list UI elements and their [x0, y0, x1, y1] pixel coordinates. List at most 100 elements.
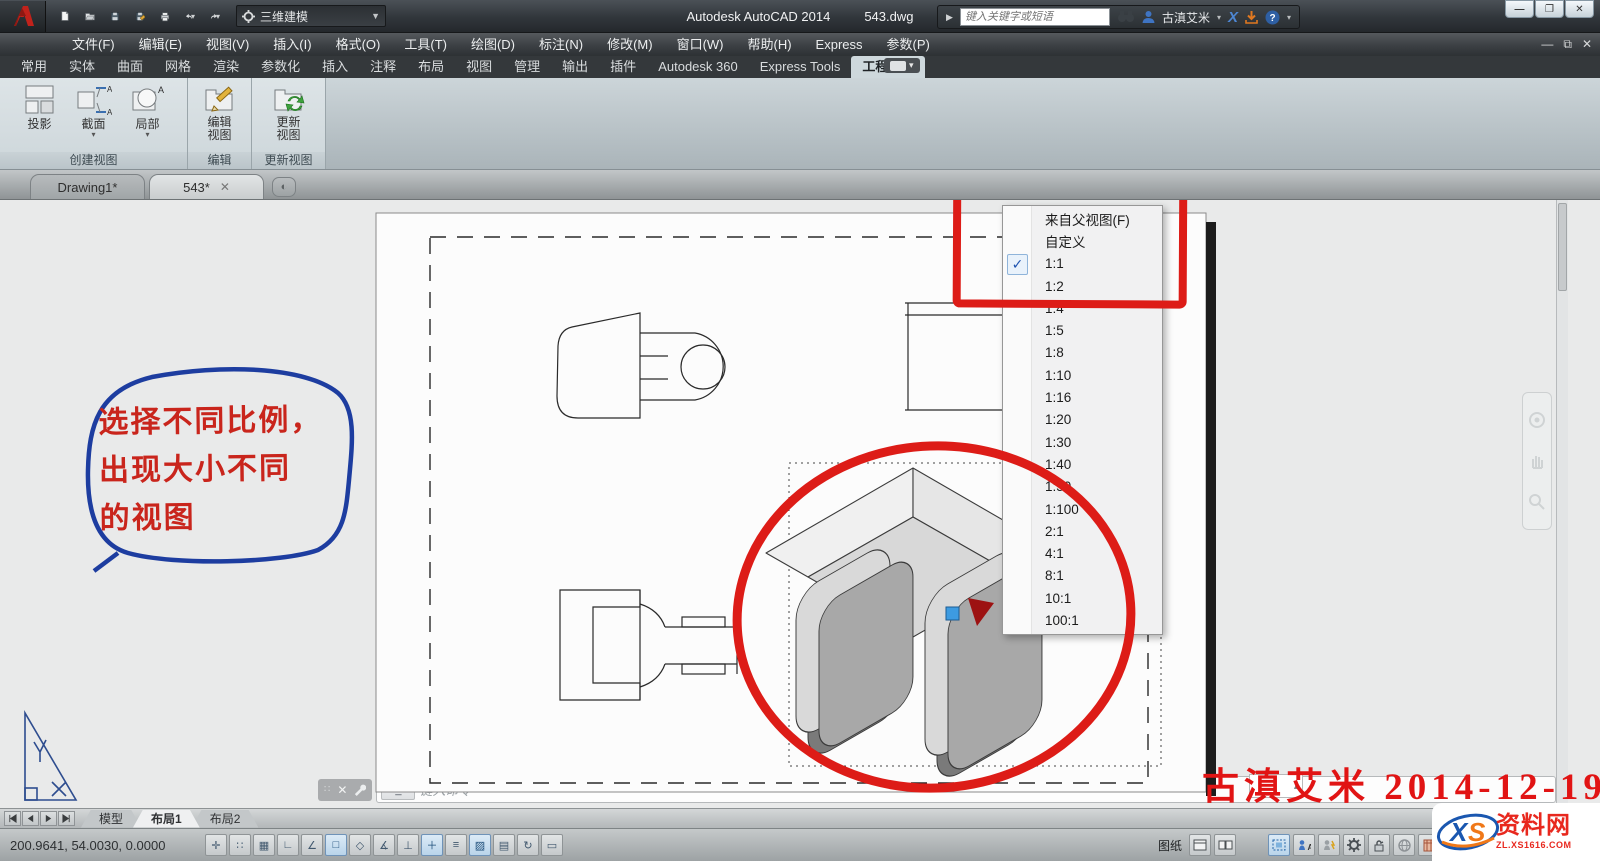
command-scroll-button[interactable]: ▴ — [1249, 774, 1303, 798]
ribbon-tab[interactable]: 注释 — [359, 56, 407, 78]
tab-drawing1[interactable]: Drawing1* ✕ — [30, 174, 145, 199]
restore-button[interactable]: ❐ — [1535, 0, 1564, 18]
ribbon-tab[interactable]: 常用 — [10, 56, 58, 78]
ribbon-tab[interactable]: 实体 — [58, 56, 106, 78]
ribbon-tab[interactable]: 插入 — [311, 56, 359, 78]
scale-menu-item[interactable]: 1:1 — [1003, 253, 1162, 275]
doc-minimize-icon[interactable]: — — [1541, 33, 1553, 56]
command-drag-grip[interactable]: ∷ — [324, 784, 331, 795]
ribbon-tab[interactable]: 渲染 — [202, 56, 250, 78]
scale-menu-item[interactable]: 10:1 — [1003, 587, 1162, 609]
last-layout-icon[interactable] — [58, 811, 75, 826]
annotation-monitor-icon[interactable]: ▭ — [541, 834, 563, 856]
user-icon[interactable] — [1142, 10, 1155, 24]
scale-menu-item[interactable]: 1:10 — [1003, 364, 1162, 386]
scale-menu-item[interactable]: 1:4 — [1003, 297, 1162, 319]
scale-menu-item[interactable]: 100:1 — [1003, 609, 1162, 631]
search-input[interactable] — [960, 8, 1110, 26]
prev-layout-icon[interactable] — [22, 811, 39, 826]
scale-menu-item[interactable]: 1:50 — [1003, 476, 1162, 498]
scale-menu-item[interactable]: 1:2 — [1003, 275, 1162, 297]
transparency-icon[interactable]: ▨ — [469, 834, 491, 856]
menu-item[interactable]: 编辑(E) — [127, 33, 194, 56]
ribbon-tab[interactable]: 输出 — [551, 56, 599, 78]
save-as-icon[interactable] — [129, 5, 151, 27]
projection-button[interactable]: 投影 — [14, 82, 66, 131]
menu-item[interactable]: 窗口(W) — [665, 33, 736, 56]
quick-view-layouts-icon[interactable] — [1189, 834, 1211, 856]
auto-annotate-icon[interactable] — [1318, 834, 1340, 856]
zoom-icon[interactable] — [1528, 493, 1546, 511]
next-layout-icon[interactable] — [40, 811, 57, 826]
selection-cycling-icon[interactable]: ↻ — [517, 834, 539, 856]
scale-menu-item[interactable]: 来自父视图(F) — [1003, 208, 1162, 230]
scale-menu-item[interactable]: 1:30 — [1003, 431, 1162, 453]
vertical-scrollbar[interactable] — [1556, 200, 1568, 808]
menu-item[interactable]: 参数(P) — [875, 33, 942, 56]
menu-item[interactable]: 插入(I) — [261, 33, 323, 56]
edit-view-button[interactable]: 编辑视图 — [194, 82, 245, 142]
workspace-switch-gear-icon[interactable] — [1343, 834, 1365, 856]
snap-mode-icon[interactable]: ∷ — [229, 834, 251, 856]
pan-hand-icon[interactable] — [1528, 452, 1546, 470]
ribbon-tab[interactable]: 曲面 — [106, 56, 154, 78]
dynamic-ucs-icon[interactable]: ⊥ — [397, 834, 419, 856]
redo-icon[interactable]: ▾ — [204, 5, 226, 27]
menu-item[interactable]: 工具(T) — [392, 33, 459, 56]
ribbon-display-toggle[interactable]: ▾ — [884, 58, 920, 73]
ribbon-tab[interactable]: 参数化 — [250, 56, 311, 78]
menu-item[interactable]: 视图(V) — [194, 33, 261, 56]
infer-constraints-icon[interactable]: ✛ — [205, 834, 227, 856]
scale-menu-item[interactable]: 1:5 — [1003, 319, 1162, 341]
dynamic-input-icon[interactable]: ＋ — [421, 834, 443, 856]
doc-restore-icon[interactable]: ⧉ — [1563, 33, 1572, 56]
signin-user-name[interactable]: 古滇艾米 — [1162, 9, 1210, 26]
search-binoculars-icon[interactable] — [1117, 10, 1135, 24]
update-view-button[interactable]: 更新视图 — [263, 82, 315, 142]
menu-item[interactable]: 修改(M) — [595, 33, 665, 56]
panel-label-edit[interactable]: 编辑 — [188, 152, 251, 169]
maximize-viewport-icon[interactable] — [1268, 834, 1290, 856]
plot-icon[interactable] — [154, 5, 176, 27]
annotation-visibility-icon[interactable]: A — [1293, 834, 1315, 856]
tab-layout2[interactable]: 布局2 — [192, 810, 259, 828]
undo-caret-icon[interactable]: ▾ — [191, 12, 195, 21]
ribbon-tab[interactable]: 网格 — [154, 56, 202, 78]
scrollbar-thumb[interactable] — [1558, 203, 1567, 291]
minimize-button[interactable]: — — [1505, 0, 1534, 18]
command-close-icon[interactable]: ✕ — [337, 783, 347, 797]
steering-wheel-icon[interactable] — [1528, 411, 1546, 429]
tab-layout1[interactable]: 布局1 — [133, 810, 200, 828]
help-icon[interactable]: ? — [1265, 10, 1280, 25]
ribbon-tab[interactable]: Autodesk 360 — [647, 56, 749, 78]
navigation-bar[interactable] — [1522, 392, 1552, 530]
menu-item[interactable]: 绘图(D) — [459, 33, 527, 56]
section-dropdown-icon[interactable]: ▾ — [91, 131, 95, 139]
3d-object-snap-icon[interactable]: ◇ — [349, 834, 371, 856]
section-button[interactable]: A A 截面 ▾ — [68, 82, 120, 139]
menu-item[interactable]: 文件(F) — [60, 33, 127, 56]
scale-menu-item[interactable]: 自定义 — [1003, 230, 1162, 252]
object-snap-tracking-icon[interactable]: ∡ — [373, 834, 395, 856]
ribbon-tab[interactable]: 视图 — [455, 56, 503, 78]
scale-menu-item[interactable]: 1:16 — [1003, 386, 1162, 408]
scale-menu-item[interactable]: 4:1 — [1003, 542, 1162, 564]
tab-543[interactable]: 543* ✕ — [149, 174, 264, 199]
undo-icon[interactable]: ▾ — [179, 5, 201, 27]
exchange-x-icon[interactable]: X — [1228, 9, 1238, 26]
scale-menu-item[interactable]: 8:1 — [1003, 565, 1162, 587]
menu-item[interactable]: 帮助(H) — [736, 33, 804, 56]
user-caret-icon[interactable]: ▾ — [1217, 13, 1221, 22]
detail-button[interactable]: A 局部 ▾ — [122, 82, 174, 139]
first-layout-icon[interactable] — [4, 811, 21, 826]
ribbon-tab[interactable]: 插件 — [599, 56, 647, 78]
close-button[interactable]: ✕ — [1565, 0, 1594, 18]
scale-menu-item[interactable]: 1:20 — [1003, 409, 1162, 431]
quick-properties-icon[interactable]: ▤ — [493, 834, 515, 856]
command-prompt-button[interactable]: >_ ▾ — [381, 779, 415, 800]
object-snap-icon[interactable]: □ — [325, 834, 347, 856]
grid-display-icon[interactable]: ▦ — [253, 834, 275, 856]
ortho-mode-icon[interactable]: ∟ — [277, 834, 299, 856]
workspace-selector[interactable]: 三维建模 ▼ — [236, 5, 386, 27]
panel-label-update[interactable]: 更新视图 — [252, 152, 325, 169]
